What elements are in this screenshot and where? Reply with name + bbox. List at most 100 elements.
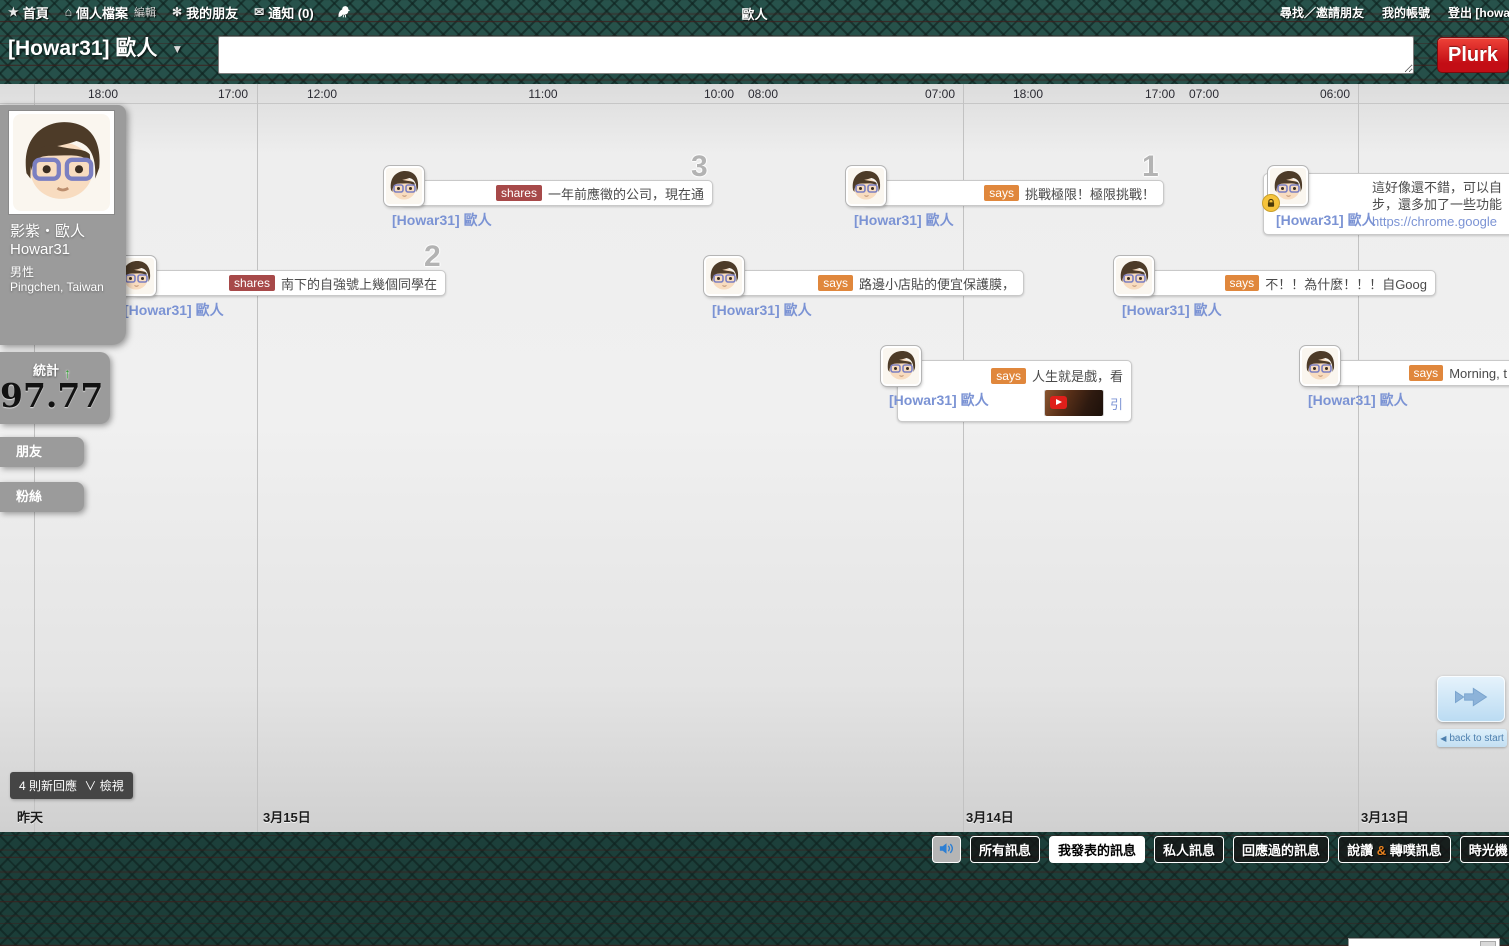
hour-label: 18:00 <box>88 87 118 101</box>
plurk-bubble[interactable]: saysMorning, t <box>1316 360 1509 386</box>
profile-card: 影紫・歐人 Howar31 男性 Pingchen, Taiwan <box>0 105 126 345</box>
back-to-start-button[interactable]: ◀ back to start <box>1437 729 1507 747</box>
profile-avatar[interactable] <box>9 111 114 214</box>
asterisk-icon: ✻ <box>172 5 182 19</box>
karma-up-arrow: ↑ <box>64 365 71 381</box>
footer-tab-說讚 & 轉噗訊息[interactable]: 說讚 & 轉噗訊息 <box>1338 836 1451 863</box>
plurk-bubble[interactable]: says 路邊小店貼的便宜保護膜， <box>720 270 1024 296</box>
nav-profile-edit-link[interactable]: 編輯 <box>134 4 156 20</box>
qualifier-badge: says <box>991 368 1026 384</box>
qualifier-badge: shares <box>496 185 542 201</box>
footer-tab-我發表的訊息[interactable]: 我發表的訊息 <box>1049 836 1145 863</box>
plurk-avatar[interactable] <box>881 346 921 386</box>
hour-label: 17:00 <box>1145 87 1175 101</box>
hour-label: 07:00 <box>1189 87 1219 101</box>
profile-gender: 男性 <box>0 265 126 280</box>
response-count: 1 <box>1142 150 1159 184</box>
qualifier-badge: says <box>1225 275 1260 291</box>
day-divider-line <box>257 84 258 832</box>
nav-item-home[interactable]: ★ 首頁 <box>8 3 49 22</box>
nav-my-account[interactable]: 我的帳號 <box>1382 4 1430 21</box>
star-icon: ★ <box>8 5 19 19</box>
hour-label: 12:00 <box>307 87 337 101</box>
plurk-user-link[interactable]: [Howar31] 歐人 <box>1308 390 1408 410</box>
plurk-text: 一年前應徵的公司，現在通 <box>548 184 704 203</box>
plurk-user-link[interactable]: [Howar31] 歐人 <box>712 300 812 320</box>
plurk-text: 不！！為什麼！！！自Goog <box>1265 274 1427 293</box>
nav-search-invite[interactable]: 尋找／邀請朋友 <box>1280 4 1364 21</box>
plurk-bubble[interactable]: shares 一年前應徵的公司，現在通 <box>400 180 713 206</box>
top-nav-right: 尋找／邀請朋友 我的帳號 登出 [howar31] <box>1280 0 1509 24</box>
date-label: 昨天 <box>17 807 43 826</box>
plurk-user-link[interactable]: [Howar31] 歐人 <box>1276 210 1376 230</box>
profile-display-name: 影紫・歐人 <box>0 223 126 241</box>
plurk-avatar[interactable] <box>704 256 744 296</box>
sidebar-item-fans[interactable]: 粉絲 <box>0 482 84 512</box>
plurk-bubble[interactable]: says 不！！為什麼！！！自Goog <box>1130 270 1436 296</box>
new-responses-view-toggle[interactable]: ∨ 檢視 <box>84 779 123 793</box>
hour-label: 17:00 <box>218 87 248 101</box>
speaker-icon <box>939 842 954 858</box>
new-responses-count: 4 <box>19 779 26 793</box>
mute-button[interactable] <box>932 836 961 863</box>
hour-label: 07:00 <box>925 87 955 101</box>
plurk-link[interactable]: https://chrome.google <box>1372 213 1508 230</box>
qualifier-badge: says <box>818 275 853 291</box>
plurk-avatar[interactable] <box>1300 346 1340 386</box>
plurk-avatar[interactable] <box>846 166 886 206</box>
page-title: 歐人 <box>741 4 767 23</box>
plurk-text-tail: 引 <box>1110 394 1123 413</box>
sidebar-item-friends[interactable]: 朋友 <box>0 437 84 467</box>
nav-alerts-label: 通知 (0) <box>268 3 314 22</box>
plurk-user-link[interactable]: [Howar31] 歐人 <box>124 300 224 320</box>
karma-value: 97.77 <box>0 376 102 415</box>
footer-tab-回應過的訊息[interactable]: 回應過的訊息 <box>1233 836 1329 863</box>
plurk-bubble[interactable]: says挑戰極限！極限挑戰！ <box>862 180 1164 206</box>
nav-item-friends[interactable]: ✻ 我的朋友 <box>172 3 238 22</box>
plurk-avatar[interactable] <box>384 166 424 206</box>
plurk-bubble[interactable]: shares南下的自強號上幾個同學在 <box>132 270 446 296</box>
lock-icon <box>1263 195 1279 211</box>
plurk-text-line: 步，還多加了一些功能 <box>1372 196 1508 213</box>
scroll-forward-panel[interactable] <box>1437 676 1505 722</box>
fast-forward-icon <box>1450 682 1492 717</box>
back-to-start-label: back to start <box>1449 733 1503 744</box>
plurk-user-link[interactable]: [Howar31] 歐人 <box>1122 300 1222 320</box>
channel-label: [Howar31] 歐人 <box>8 32 157 62</box>
plurk-submit-button[interactable]: Plurk <box>1437 37 1509 73</box>
video-thumbnail[interactable] <box>1045 390 1103 416</box>
new-responses-badge[interactable]: 4 則新回應 ∨ 檢視 <box>10 772 133 799</box>
chevron-down-icon[interactable]: ▼ <box>171 42 183 56</box>
mail-icon: ✉ <box>254 5 264 19</box>
footer-filter-tabs: 所有訊息我發表的訊息私人訊息回應過的訊息說讚 & 轉噗訊息時光機 <box>932 836 1509 863</box>
plurk-text: 路邊小店貼的便宜保護膜， <box>859 274 1015 293</box>
channel-selector[interactable]: [Howar31] 歐人 ▼ <box>8 32 183 62</box>
hour-label: 11:00 <box>528 87 557 101</box>
nav-item-profile[interactable]: ⌂ 個人檔案 編輯 <box>65 3 156 22</box>
nav-home-label: 首頁 <box>23 3 49 22</box>
qualifier-badge: says <box>1409 365 1444 381</box>
timeline-canvas[interactable]: 18:0017:0012:0011:0010:0008:0007:0018:00… <box>0 84 1509 832</box>
top-navigation: ★ 首頁 ⌂ 個人檔案 編輯 ✻ 我的朋友 ✉ 通知 (0) 歐人 尋找／邀請朋… <box>0 0 1509 24</box>
nav-item-alerts[interactable]: ✉ 通知 (0) <box>254 3 314 22</box>
home-icon: ⌂ <box>65 5 72 19</box>
top-nav-left: ★ 首頁 ⌂ 個人檔案 編輯 ✻ 我的朋友 ✉ 通知 (0) <box>0 3 351 22</box>
plurk-user-link[interactable]: [Howar31] 歐人 <box>889 390 989 410</box>
plurk-bird-icon[interactable] <box>336 4 351 20</box>
plurk-user-link[interactable]: [Howar31] 歐人 <box>854 210 954 230</box>
nav-friends-label: 我的朋友 <box>186 3 238 22</box>
plurk-page: { "topnav": { "left": [ { "icon": "star-… <box>0 0 1509 946</box>
karma-box: 統計 97.77 ↑ <box>0 352 110 424</box>
date-label: 3月13日 <box>1361 807 1409 826</box>
footer-tab-時光機[interactable]: 時光機 <box>1460 836 1509 863</box>
profile-username: Howar31 <box>0 241 126 259</box>
nav-logout[interactable]: 登出 [howar31] <box>1448 4 1509 21</box>
hour-label: 06:00 <box>1320 87 1350 101</box>
plurk-avatar[interactable] <box>1114 256 1154 296</box>
footer-tab-所有訊息[interactable]: 所有訊息 <box>970 836 1040 863</box>
date-label: 3月14日 <box>966 807 1014 826</box>
plurk-input[interactable] <box>218 36 1414 74</box>
footer-tab-私人訊息[interactable]: 私人訊息 <box>1154 836 1224 863</box>
left-triangle-icon: ◀ <box>1440 734 1446 743</box>
plurk-user-link[interactable]: [Howar31] 歐人 <box>392 210 492 230</box>
